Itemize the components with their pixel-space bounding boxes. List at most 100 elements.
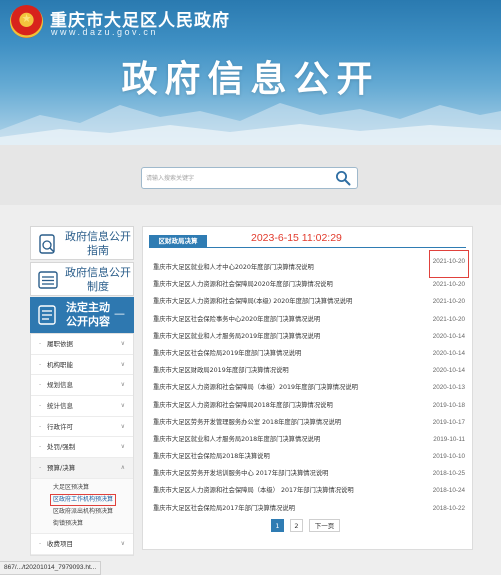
list-item-title[interactable]: 重庆市大足区人力资源和社会保障局（本级） 2017年部门决算情况说明 [153, 482, 354, 499]
list-item-title[interactable]: 重庆市大足区财政局2019年度部门决算情况说明 [153, 362, 289, 379]
list-item-date: 2019-10-11 [433, 435, 465, 443]
site-url: www.dazu.gov.cn [51, 27, 158, 37]
menu-item-label: 处罚/强制 [47, 443, 76, 452]
list-item-date: 2020-10-14 [432, 367, 465, 375]
menu-item-fees[interactable]: · 收费项目 ∨ [31, 534, 133, 555]
list-item[interactable]: 重庆市大足区劳务开发管理服务办公室 2018年度部门决算情况说明 2019-10-… [153, 414, 465, 431]
submenu-item-agency-budget[interactable]: 区政府工作机构预决算 [50, 493, 117, 506]
list-item-title[interactable]: 重庆市大足区人力资源和社会保障局2018年度部门决算情况说明 [153, 397, 333, 414]
list-item-title[interactable]: 重庆市大足区社会保险局2019年度部门决算情况说明 [153, 345, 301, 362]
search-input[interactable] [146, 170, 326, 186]
submenu-item-district-budget[interactable]: 大足区预决算 [53, 482, 133, 494]
list-item[interactable]: 重庆市大足区人力资源和社会保障局2020年度部门决算情况说明 2021-10-20 [153, 276, 465, 293]
list-item-date: 2021-10-20 [428, 250, 469, 278]
submenu-item-dispatched-budget[interactable]: 区政府派出机构预决算 [53, 506, 133, 518]
bullet-icon: · [39, 402, 42, 411]
chevron-up-icon: ∧ [120, 464, 125, 472]
menu-item-planning[interactable]: · 规划信息 ∨ [31, 375, 133, 397]
list-item-title[interactable]: 重庆市大足区人力资源和社会保障局(本级) 2020年度部门决算情况说明 [153, 293, 352, 310]
collapse-icon[interactable]: — [114, 307, 125, 320]
menu-item-basis[interactable]: · 履职依据 ∨ [31, 334, 133, 355]
list-item[interactable]: 重庆市大足区人力资源和社会保障局(本级) 2020年度部门决算情况说明 2021-… [153, 293, 465, 310]
menu-item-label: 预算/决算 [47, 464, 76, 473]
chevron-down-icon: ∨ [120, 340, 125, 347]
sidebar-system-label: 政府信息公开制度 [65, 266, 131, 293]
chevron-down-icon: ∨ [120, 381, 125, 389]
bullet-icon: · [39, 443, 42, 452]
list-item[interactable]: 重庆市大足区社会保险事务中心2020年度部门决算情况说明 2021-10-20 [153, 311, 465, 328]
list-item[interactable]: 重庆市大足区人力资源和社会保障局2018年度部门决算情况说明 2019-10-18 [153, 397, 465, 414]
document-icon [38, 305, 56, 325]
menu-item-label: 收费项目 [47, 539, 73, 548]
list-item-title[interactable]: 重庆市大足区劳务开发管理服务办公室 2018年度部门决算情况说明 [153, 414, 341, 431]
sidebar-menu: · 履职依据 ∨ · 机构职能 ∨ · 规划信息 ∨ · 统计信息 ∨ · 行政许可 ∨ · 处罚/强… [30, 333, 134, 556]
page-2-button[interactable]: 2 [290, 519, 303, 532]
menu-item-statistics[interactable]: · 统计信息 ∨ [31, 396, 133, 417]
list-item[interactable]: 重庆市大足区社会保险局2019年度部门决算情况说明 2020-10-14 [153, 345, 465, 362]
sidebar-guide-label: 政府信息公开指南 [65, 230, 131, 257]
list-icon [38, 271, 58, 289]
sidebar-guide[interactable]: 政府信息公开指南 [30, 226, 134, 260]
chevron-down-icon: ∨ [120, 422, 125, 430]
search-icon[interactable] [335, 170, 351, 186]
list-item-date: 2019-10-18 [432, 401, 465, 409]
list-item-title[interactable]: 重庆市大足区就业和人才中心2020年度部门决算情况说明 [153, 259, 314, 276]
national-emblem-icon[interactable] [10, 5, 43, 38]
menu-item-penalties[interactable]: · 处罚/强制 ∨ [31, 437, 133, 459]
bullet-icon: · [39, 381, 42, 390]
list-item[interactable]: 重庆市大足区就业和人才服务局2018年度部门决算情况说明 2019-10-11 [153, 431, 465, 448]
search-box [141, 167, 358, 189]
list-item-date: 2020-10-13 [432, 384, 465, 392]
chevron-down-icon: ∨ [120, 539, 125, 547]
header-banner: 重庆市大足区人民政府 www.dazu.gov.cn 政府信息公开 [0, 0, 501, 145]
submenu-item-town-budget[interactable]: 街镇预决算 [53, 518, 133, 530]
menu-item-budget[interactable]: · 预算/决算 ∧ [31, 458, 133, 479]
menu-item-label: 履职依据 [47, 340, 73, 348]
guide-icon [39, 234, 55, 254]
list-item-title[interactable]: 重庆市大足区社会保险事务中心2020年度部门决算情况说明 [153, 311, 320, 328]
banner-title: 政府信息公开 [121, 58, 380, 100]
list-item-title[interactable]: 重庆市大足区人力资源和社会保障局（本级）2019年度部门决算情况说明 [153, 379, 358, 396]
chevron-down-icon: ∨ [120, 360, 125, 368]
bullet-icon: · [39, 422, 42, 431]
budget-submenu: 大足区预决算 区政府工作机构预决算 区政府派出机构预决算 街镇预决算 [31, 478, 133, 534]
menu-item-label: 行政许可 [47, 422, 73, 431]
list-item[interactable]: 重庆市大足区社会保险局2018年决算说明 2019-10-10 [153, 448, 465, 465]
menu-item-label: 规划信息 [47, 381, 73, 390]
content-panel: 区财政局决算 2023-6-15 11:02:29 重庆市大足区就业和人才中心2… [142, 226, 473, 550]
menu-item-label: 机构职能 [47, 360, 73, 369]
sidebar-system[interactable]: 政府信息公开制度 [30, 262, 134, 296]
list-item-date: 2018-10-25 [432, 470, 465, 478]
search-strip [0, 145, 501, 205]
list-item[interactable]: 重庆市大足区就业和人才服务局2019年度部门决算情况说明 2020-10-14 [153, 328, 465, 345]
list-item-title[interactable]: 重庆市大足区就业和人才服务局2018年度部门决算情况说明 [153, 431, 320, 448]
list-item-date: 2021-10-20 [432, 281, 465, 289]
tab-underline [149, 247, 466, 248]
bullet-icon: · [39, 464, 42, 473]
page-1-button[interactable]: 1 [271, 519, 284, 532]
list-item-title[interactable]: 重庆市大足区人力资源和社会保障局2020年度部门决算情况说明 [153, 276, 333, 293]
sidebar-statutory-content[interactable]: 法定主动公开内容 — [30, 297, 134, 333]
list-item[interactable]: 重庆市大足区人力资源和社会保障局（本级） 2017年部门决算情况说明 2018-1… [153, 482, 465, 499]
list-item-date: 2018-10-22 [432, 504, 465, 512]
list-item-date: 2019-10-17 [432, 418, 465, 426]
list-item[interactable]: 重庆市大足区财政局2019年度部门决算情况说明 2020-10-14 [153, 362, 465, 379]
bullet-icon: · [39, 340, 42, 348]
list-item[interactable]: 重庆市大足区人力资源和社会保障局（本级）2019年度部门决算情况说明 2020-1… [153, 379, 465, 396]
list-item[interactable]: 重庆市大足区就业和人才中心2020年度部门决算情况说明 2021-10-20 [153, 250, 469, 278]
menu-item-permits[interactable]: · 行政许可 ∨ [31, 417, 133, 438]
list-item-date: 2020-10-14 [432, 332, 465, 340]
next-page-button[interactable]: 下一页 [309, 519, 340, 532]
chevron-down-icon: ∨ [120, 443, 125, 451]
timestamp-annotation: 2023-6-15 11:02:29 [251, 232, 342, 244]
list-item[interactable]: 重庆市大足区社会保险局2017年部门决算情况说明 2018-10-22 [153, 500, 465, 517]
list-item-date: 2019-10-10 [432, 453, 465, 461]
sidebar-statutory-label: 法定主动公开内容 [66, 301, 110, 328]
list-item-title[interactable]: 重庆市大足区劳务开发培训服务中心 2017年部门决算情况说明 [153, 465, 328, 482]
menu-item-functions[interactable]: · 机构职能 ∨ [31, 355, 133, 376]
list-item-title[interactable]: 重庆市大足区就业和人才服务局2019年度部门决算情况说明 [153, 328, 320, 345]
list-item-title[interactable]: 重庆市大足区社会保险局2017年部门决算情况说明 [153, 500, 295, 517]
list-item-date: 2018-10-24 [432, 487, 465, 495]
list-item[interactable]: 重庆市大足区劳务开发培训服务中心 2017年部门决算情况说明 2018-10-25 [153, 465, 465, 482]
list-item-title[interactable]: 重庆市大足区社会保险局2018年决算说明 [153, 448, 270, 465]
